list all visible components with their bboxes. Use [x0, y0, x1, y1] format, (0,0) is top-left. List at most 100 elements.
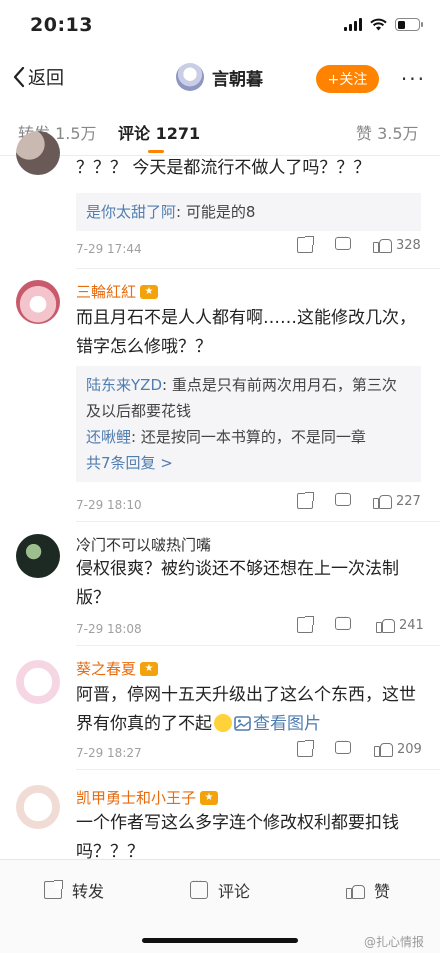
follow-button[interactable]: +关注	[316, 65, 379, 93]
avatar[interactable]	[16, 280, 60, 324]
reply-item: 还啾鲤: 还是按同一本书算的，不是同一章	[86, 424, 411, 450]
repost-icon	[44, 880, 63, 899]
comment-icon	[335, 613, 351, 630]
like-count: 328	[396, 237, 421, 253]
like-icon	[373, 493, 392, 509]
reply-button[interactable]	[335, 613, 351, 630]
author-name: 凯甲勇士和小王子	[76, 789, 197, 807]
more-icon[interactable]: ···	[401, 67, 426, 91]
bottom-action-bar: 转发 评论 赞 @扎心情报	[0, 859, 440, 953]
reply-button[interactable]	[335, 233, 351, 250]
reply-author[interactable]: 陆东来YZD	[86, 376, 162, 394]
comment-text: 侵权很爽？被约谈还不够还想在上一次法制版？	[76, 559, 399, 608]
comment-icon	[335, 737, 351, 754]
reply-item: 陆东来YZD: 重点是只有前两次用月石，第三次及以后都要花钱	[86, 372, 411, 424]
comment-author[interactable]: 凯甲勇士和小王子 ★	[76, 787, 219, 808]
chevron-left-icon	[13, 66, 25, 88]
home-indicator[interactable]	[142, 938, 298, 943]
comment-meta: 7-29 18:08 241	[76, 613, 426, 641]
comment-icon	[335, 233, 351, 250]
image-icon	[234, 716, 251, 731]
like-icon	[346, 881, 365, 899]
author-name: 葵之春夏	[76, 660, 137, 678]
like-icon	[374, 741, 393, 757]
like-button[interactable]: 328	[373, 237, 421, 253]
repost-icon	[297, 492, 314, 509]
battery-icon	[395, 18, 423, 31]
like-button[interactable]: 227	[373, 493, 421, 509]
comment-author[interactable]: 三輪紅紅 ★	[76, 281, 159, 302]
repost-label: 转发	[72, 882, 105, 901]
like-button[interactable]: 209	[374, 741, 422, 757]
like-label: 赞	[374, 882, 391, 901]
repost-action-button[interactable]: 转发	[44, 878, 104, 902]
comment-item: 葵之春夏 ★ 阿晋，停网十五天升级出了这么个东西，这世界有你真的了不起 查看图片 7…	[0, 646, 440, 770]
avatar[interactable]	[16, 534, 60, 578]
back-label: 返回	[28, 68, 64, 89]
author-name: 冷门不可以啵热门嘴	[76, 536, 212, 554]
comment-label: 评论	[218, 882, 251, 901]
reply-button[interactable]	[335, 489, 351, 506]
reply-text: : 还是按同一本书算的，不是同一章	[131, 428, 366, 446]
comment-text: 而且月石不是人人都有啊……这能修改几次，错字怎么修哦？？	[76, 308, 416, 357]
reply-box[interactable]: 是你太甜了阿: 可能是的8	[76, 193, 421, 231]
reply-text: : 可能是的8	[176, 203, 256, 221]
reply-button[interactable]	[335, 737, 351, 754]
wifi-icon	[370, 18, 387, 31]
like-action-button[interactable]: 赞	[346, 878, 390, 902]
vip-crown-icon: ★	[140, 284, 159, 299]
avatar[interactable]	[16, 785, 60, 829]
view-image-link[interactable]: 查看图片	[234, 714, 321, 734]
like-icon	[373, 237, 392, 253]
tab-indicator	[148, 150, 164, 153]
repost-button[interactable]	[297, 492, 314, 509]
repost-button[interactable]	[297, 740, 314, 757]
comment-author[interactable]: 冷门不可以啵热门嘴	[76, 534, 211, 555]
comment-item: 三輪紅紅 ★ 而且月石不是人人都有啊……这能修改几次，错字怎么修哦？？ 陆东来YZ…	[0, 270, 440, 522]
tab-likes[interactable]: 赞 3.5万	[356, 120, 419, 144]
reply-box[interactable]: 陆东来YZD: 重点是只有前两次用月石，第三次及以后都要花钱 还啾鲤: 还是按同…	[76, 366, 421, 482]
like-count: 227	[396, 493, 421, 509]
signal-icon	[344, 18, 362, 31]
repost-button[interactable]	[297, 616, 314, 633]
reply-author[interactable]: 是你太甜了阿	[86, 203, 176, 221]
like-icon	[376, 617, 395, 633]
avatar[interactable]	[16, 131, 60, 175]
divider	[76, 268, 440, 269]
nav-bar: 返回 言朝暮 +关注 ···	[0, 52, 440, 106]
watermark: @扎心情报	[363, 935, 424, 949]
comment-time: 7-29 18:10	[76, 498, 142, 512]
nav-user[interactable]: 言朝暮	[176, 63, 263, 91]
eye-roll-emoji-icon	[214, 714, 232, 732]
reply-author[interactable]: 还啾鲤	[86, 428, 131, 446]
reply-item: 是你太甜了阿: 可能是的8	[86, 199, 411, 225]
comment-meta: 7-29 18:10 227	[76, 489, 426, 517]
tab-comments[interactable]: 评论 1271	[118, 120, 200, 144]
back-button[interactable]: 返回	[12, 64, 64, 90]
comment-time: 7-29 17:44	[76, 242, 142, 256]
repost-button[interactable]	[297, 236, 314, 253]
vip-crown-icon: ★	[200, 790, 219, 805]
comment-item: ？？？ 今天是都流行不做人了吗？？？ 是你太甜了阿: 可能是的8 7-29 17…	[0, 131, 440, 270]
author-name: 三輪紅紅	[76, 283, 137, 301]
comment-meta: 7-29 18:27 209	[76, 737, 426, 765]
comment-text: ？？？ 今天是都流行不做人了吗？？？	[76, 158, 371, 178]
comment-icon	[190, 877, 208, 899]
more-replies-link[interactable]: 共7条回复 >	[86, 450, 411, 476]
like-button[interactable]: 241	[376, 617, 424, 633]
avatar[interactable]	[176, 63, 204, 91]
comment-text: 阿晋，停网十五天升级出了这么个东西，这世界有你真的了不起 查看图片	[76, 681, 421, 739]
comment-icon	[335, 489, 351, 506]
avatar[interactable]	[16, 660, 60, 704]
tabs: 转发 1.5万 评论 1271 赞 3.5万	[0, 106, 440, 156]
vip-crown-icon: ★	[140, 661, 159, 676]
like-count: 209	[397, 741, 422, 757]
comment-item: 凯甲勇士和小王子 ★ 一个作者写这么多字连个修改权利都要扣钱吗？？？	[0, 770, 440, 859]
comment-author[interactable]: 葵之春夏 ★	[76, 658, 159, 679]
comment-action-button[interactable]: 评论	[190, 877, 251, 902]
comment-time: 7-29 18:27	[76, 746, 142, 760]
page-title: 言朝暮	[212, 69, 263, 90]
comment-item: 冷门不可以啵热门嘴 侵权很爽？被约谈还不够还想在上一次法制版？ 7-29 18:…	[0, 522, 440, 646]
comment-time: 7-29 18:08	[76, 622, 142, 636]
repost-icon	[297, 740, 314, 757]
